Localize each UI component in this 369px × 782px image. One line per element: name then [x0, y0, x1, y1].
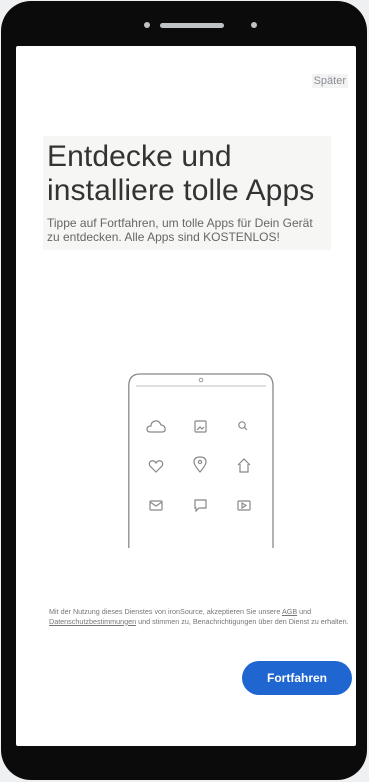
video-icon — [237, 500, 251, 511]
speaker-grille — [160, 23, 224, 28]
mail-icon — [149, 500, 163, 511]
title-line-2: installiere tolle Apps — [47, 174, 315, 207]
privacy-link[interactable]: Datenschutzbestimmungen — [49, 617, 136, 626]
location-pin-icon — [193, 456, 207, 473]
terms-part-1: Mit der Nutzung dieses Dienstes von iron… — [49, 607, 281, 616]
home-icon — [237, 458, 251, 473]
hero-section: Entdecke und installiere tolle Apps Tipp… — [43, 136, 331, 250]
chat-bubble-icon — [194, 499, 207, 513]
terms-part-2: und stimmen zu, Benachrichtigungen über … — [138, 616, 349, 626]
front-sensor-dot — [144, 22, 150, 28]
agb-link[interactable]: AGB — [282, 607, 297, 616]
page-description: Tippe auf Fortfahren, um tolle Apps für … — [47, 216, 313, 244]
phone-illustration — [128, 373, 274, 548]
image-icon — [194, 420, 207, 433]
phone-frame: Später Entdecke und installiere tolle Ap… — [1, 1, 367, 780]
terms-text: Mit der Nutzung dieses Dienstes von iron… — [49, 607, 349, 626]
camera-dot — [251, 22, 257, 28]
cloud-icon — [146, 420, 166, 433]
later-button[interactable]: Später — [311, 74, 348, 88]
continue-button[interactable]: Fortfahren — [242, 661, 352, 695]
page-title: Entdecke und installiere tolle Apps — [47, 140, 327, 208]
title-line-1: Entdecke und — [47, 140, 232, 173]
search-icon — [238, 421, 248, 431]
terms-and: und — [299, 607, 312, 616]
app-screen: Später Entdecke und installiere tolle Ap… — [16, 46, 356, 746]
heart-icon — [148, 460, 164, 473]
